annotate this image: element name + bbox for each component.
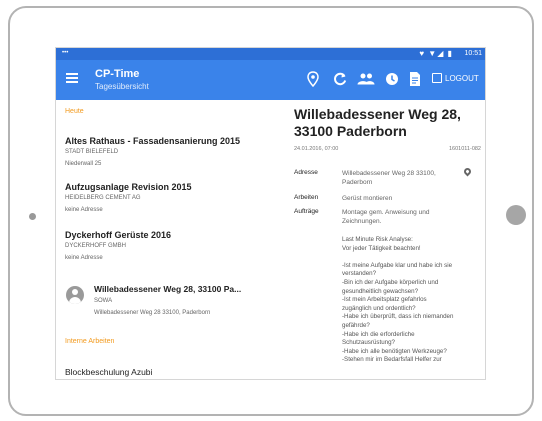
note-line: Vor jeder Tätigkeit beachten! [342,244,421,252]
note-line: gesundheitlich gewachsen? [342,287,419,295]
home-button[interactable] [506,205,526,225]
status-time: 10:51 [464,50,482,57]
app-screen: ••• ♥ ▼◢ ▮ 10:51 CP-Time Tagesübersicht [56,48,485,379]
team-icon[interactable] [357,73,375,85]
job-title: Willebadessener Weg 28, 33100 Pa... [94,284,242,294]
logout-icon [432,73,442,83]
internal-item[interactable]: Blockbeschulung Azubi [65,367,152,377]
status-bar: ••• ♥ ▼◢ ▮ 10:51 [56,48,485,60]
risk-analysis-notes: Last Minute Risk Analyse: Vor jeder Täti… [342,236,482,365]
map-pin-icon[interactable] [462,166,473,177]
job-title: Altes Rathaus - Fassadensanierung 2015 [65,136,241,146]
address-label: Adresse [294,169,318,176]
camera-dot [29,213,36,220]
section-internal: Interne Arbeiten [65,338,115,345]
detail-code: 1601011-082 [448,146,481,152]
detail-pane: Willebadessener Weg 28, 33100 Paderborn … [286,100,485,379]
status-icons: ♥ ▼◢ ▮ [419,49,453,58]
app-subtitle: Tagesübersicht [95,82,149,91]
job-company: SOWA [94,298,113,304]
job-company: HEIDELBERG CEMENT AG [65,195,141,201]
clock-icon[interactable] [385,72,399,86]
section-today: Heute [65,108,84,115]
note-line: -Habe ich alle benötigten Werkzeuge? [342,347,447,355]
note-line: -Ist meine Aufgabe klar und habe ich sie [342,261,453,269]
job-company: STADT BIELEFELD [65,149,119,155]
job-address: keine Adresse [65,255,103,261]
note-line: gefährde? [342,321,370,329]
logout-button[interactable]: LOGOUT [432,73,479,83]
refresh-icon[interactable] [333,72,347,86]
job-title: Aufzugsanlage Revision 2015 [65,182,192,192]
orders-value: Montage gem. Anweisung und Zeichnungen. [342,209,430,225]
address-value: Willebadessener Weg 28 33100, Paderborn [342,170,436,186]
job-address: keine Adresse [65,207,103,213]
note-line: -Habe ich überprüft, dass ich niemanden [342,313,454,321]
note-line: verstanden? [342,270,377,278]
work-value: Gerüst montieren [342,195,393,202]
note-line: zugänglich und ordentlich? [342,304,416,312]
job-list: Heute Altes Rathaus - Fassadensanierung … [56,100,286,379]
note-line: -Bin ich der Aufgabe körperlich und [342,278,439,286]
note-line: -Ist mein Arbeitsplatz gefahrlos [342,296,427,304]
app-bar: CP-Time Tagesübersicht LOGOUT [56,60,485,100]
location-icon[interactable] [307,71,319,87]
notification-dots: ••• [62,50,69,56]
document-icon[interactable] [409,71,421,87]
job-address: Niederwall 25 [65,161,102,167]
avatar [66,286,84,304]
job-company: DYCKERHOFF GMBH [65,243,127,249]
job-title: Dyckerhoff Gerüste 2016 [65,230,172,240]
note-line [342,253,482,262]
detail-title: Willebadessener Weg 28, 33100 Paderborn [294,106,461,139]
note-line: Schutzausrüstung? [342,339,395,347]
app-title: CP-Time [95,68,140,80]
orders-label: Aufträge [294,208,319,215]
menu-icon[interactable] [66,71,78,85]
work-label: Arbeiten [294,194,319,201]
detail-date: 24.01.2016, 07:00 [294,146,339,152]
logout-label: LOGOUT [445,73,479,83]
note-line: Last Minute Risk Analyse: [342,236,413,243]
note-line: -Habe ich die erforderliche [342,330,415,338]
note-line: -Stehen mir im Bedarfsfall Helfer zur [342,356,442,364]
job-address: Willebadessener Weg 28 33100, Paderborn [94,310,211,316]
